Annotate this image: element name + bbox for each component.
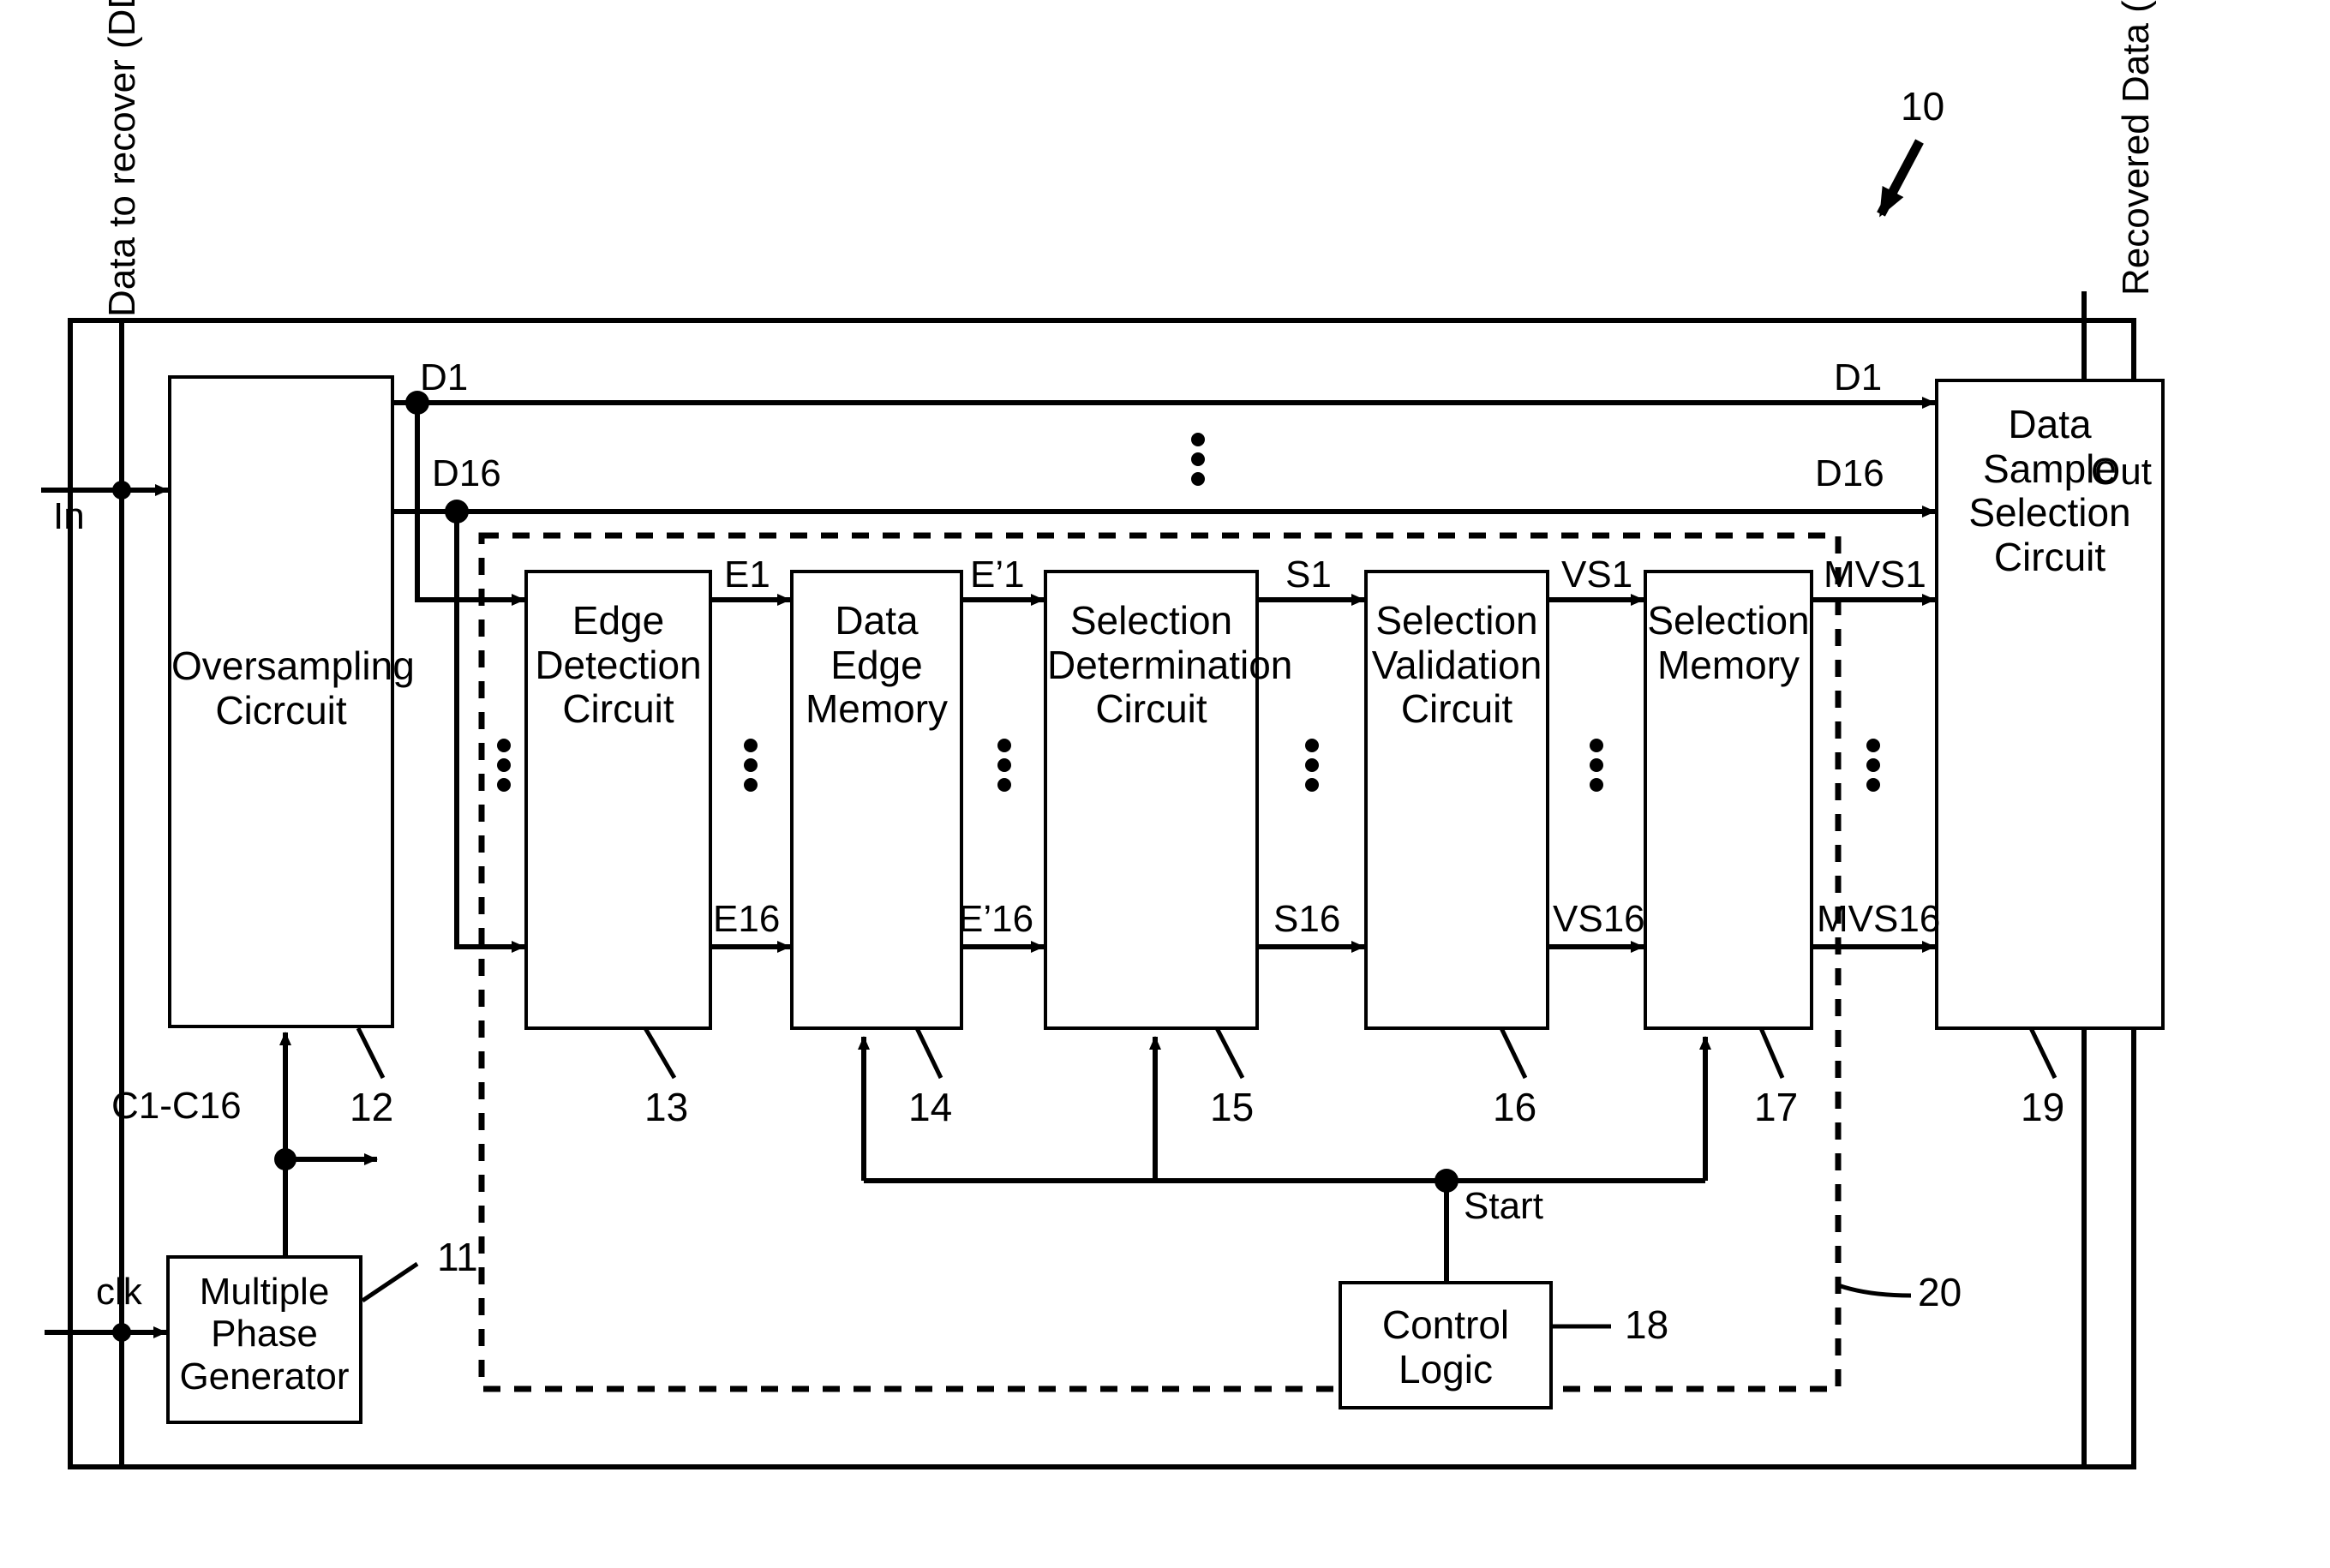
label-mvs16: MVS16 [1817, 898, 1941, 940]
label-s16: S16 [1273, 898, 1341, 940]
label-start: Start [1464, 1185, 1543, 1227]
label-d1-left: D1 [420, 356, 469, 398]
label-e1: E1 [724, 554, 770, 595]
ref-18: 18 [1625, 1302, 1669, 1347]
ref-13: 13 [644, 1085, 689, 1129]
ref-10: 10 [1901, 84, 1945, 129]
leader-14 [914, 1026, 943, 1080]
block-multiple-phase-generator-label: Multiple Phase Generator [179, 1271, 350, 1397]
leader-19 [2028, 1026, 2057, 1080]
port-out-label: Out [2091, 451, 2152, 493]
ellipsis-ep-bus [997, 739, 1011, 792]
block-multiple-phase-generator[interactable]: Multiple Phase Generator [166, 1255, 362, 1424]
ellipsis-s-bus [1305, 739, 1319, 792]
block-edge-detection-circuit[interactable]: Edge Detection Circuit [524, 570, 712, 1030]
ref-10-arrow [1877, 139, 1924, 218]
label-c1-c16: C1-C16 [111, 1085, 242, 1127]
block-selection-determination-circuit-label: Selection Determination Circuit [1047, 598, 1293, 732]
block-selection-validation-circuit-label: Selection Validation Circuit [1371, 598, 1542, 732]
block-oversampling-circuit[interactable]: Oversampling Cicrcuit [168, 375, 415, 1028]
block-oversampling-circuit-label: Oversampling Cicrcuit [171, 643, 415, 733]
label-ep1: E’1 [970, 554, 1025, 595]
label-d16-right: D16 [1815, 452, 1884, 494]
leader-15 [1214, 1026, 1245, 1080]
leader-20 [1837, 1283, 1912, 1298]
label-s1: S1 [1285, 554, 1332, 595]
output-bus-label: Recovered Data (RD) [2115, 0, 2157, 296]
block-selection-determination-circuit[interactable]: Selection Determination Circuit [1044, 570, 1293, 1030]
label-vs1: VS1 [1561, 554, 1633, 595]
figure-canvas: Oversampling Cicrcuit Edge Detection Cir… [0, 0, 2330, 1568]
label-mvs1: MVS1 [1824, 554, 1926, 595]
label-vs16: VS16 [1553, 898, 1645, 940]
label-d16-left: D16 [432, 452, 501, 494]
leader-11 [361, 1261, 419, 1303]
ref-17: 17 [1754, 1085, 1799, 1129]
ref-14: 14 [908, 1085, 953, 1129]
ref-12: 12 [350, 1085, 394, 1129]
ellipsis-e-bus [744, 739, 758, 792]
port-in-label: In [53, 495, 85, 537]
input-bus-label: Data to recover (DD) [101, 0, 143, 317]
ref-20: 20 [1918, 1270, 1962, 1314]
block-data-edge-memory[interactable]: Data Edge Memory [790, 570, 963, 1030]
block-control-logic[interactable]: Control Logic [1339, 1281, 1553, 1409]
ref-16: 16 [1493, 1085, 1537, 1129]
label-clk: clk [96, 1271, 142, 1313]
block-selection-validation-circuit[interactable]: Selection Validation Circuit [1364, 570, 1549, 1030]
leader-13 [643, 1026, 677, 1080]
ref-19: 19 [2021, 1085, 2065, 1129]
block-edge-detection-circuit-label: Edge Detection Circuit [535, 598, 702, 732]
wire-d1-branch [415, 403, 525, 606]
ref-11: 11 [437, 1235, 478, 1279]
label-d1-right: D1 [1834, 356, 1883, 398]
label-e16: E16 [713, 898, 781, 940]
junction-clk [112, 1323, 131, 1342]
block-selection-memory[interactable]: Selection Memory [1644, 570, 1813, 1030]
block-selection-memory-label: Selection Memory [1647, 598, 1810, 687]
block-data-edge-memory-label: Data Edge Memory [805, 598, 949, 732]
leader-12 [356, 1026, 386, 1080]
ref-15: 15 [1210, 1085, 1255, 1129]
ellipsis-mvs-bus [1866, 739, 1880, 792]
wire-d16-branch [454, 512, 525, 953]
ellipsis-vs-bus [1590, 739, 1603, 792]
ellipsis-top-bus [1191, 433, 1205, 486]
label-ep16: E’16 [958, 898, 1034, 940]
leader-17 [1758, 1027, 1785, 1079]
block-control-logic-label: Control Logic [1381, 1302, 1510, 1391]
leader-16 [1499, 1026, 1528, 1080]
ellipsis-d-bus-left [497, 739, 511, 792]
